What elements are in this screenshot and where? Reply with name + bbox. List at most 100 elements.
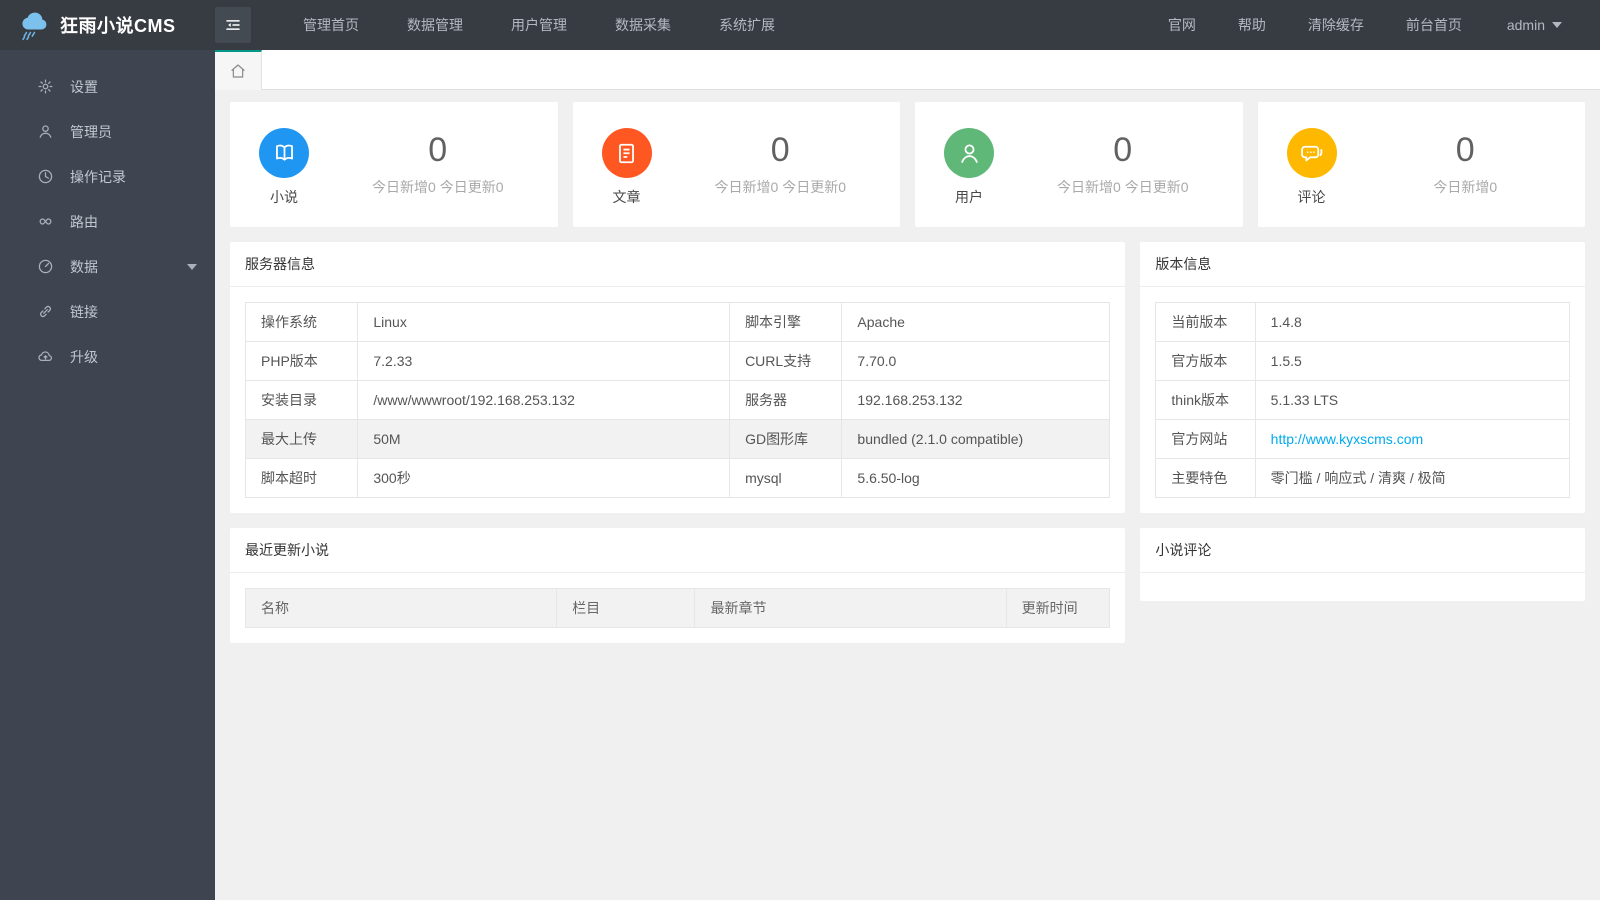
sidebar-item-label: 升级 — [70, 348, 98, 365]
link-official-site[interactable]: 官网 — [1147, 0, 1217, 50]
tab-home[interactable] — [215, 50, 262, 90]
info-panels-row: 服务器信息 操作系统 Linux 脚本引擎 Apache PHP版本 7.2.3… — [230, 242, 1585, 513]
info-label: 安装目录 — [244, 380, 359, 420]
stat-card-comments: 评论 0 今日新增0 — [1257, 102, 1585, 227]
sidebar-item-label: 链接 — [70, 303, 98, 320]
home-icon — [231, 64, 245, 78]
column-header: 栏目 — [556, 588, 696, 628]
info-value: 192.168.253.132 — [841, 380, 1111, 420]
stat-label: 小说 — [270, 189, 298, 205]
app-title: 狂雨小说CMS — [60, 16, 176, 36]
table-header-row: 名称 栏目 最新章节 更新时间 — [244, 588, 1111, 628]
info-label: 最大上传 — [244, 419, 359, 459]
version-info-table: 当前版本 1.4.8 官方版本 1.5.5 think版本 5.1.33 LTS — [1155, 302, 1571, 498]
sidebar-item-label: 数据 — [70, 258, 98, 275]
info-label: CURL支持 — [729, 341, 843, 381]
book-icon — [259, 128, 309, 178]
sidebar-item-label: 管理员 — [70, 123, 112, 140]
stat-value: 0 — [770, 130, 790, 169]
comment-icon — [1286, 128, 1337, 178]
app-logo[interactable]: 狂雨小说CMS — [0, 8, 215, 42]
table-row: 安装目录 /www/wwwroot/192.168.253.132 服务器 19… — [244, 380, 1111, 420]
info-value: 1.4.8 — [1254, 302, 1571, 342]
table-row: 官方版本 1.5.5 — [1155, 341, 1571, 381]
sidebar-item-label: 路由 — [70, 213, 98, 230]
stat-caption: 今日新增0 今日更新0 — [714, 179, 846, 196]
caret-down-icon — [187, 263, 197, 270]
table-row: 脚本超时 300秒 mysql 5.6.50-log — [244, 458, 1111, 498]
nav-item-admin-home[interactable]: 管理首页 — [279, 0, 383, 50]
info-value: 1.5.5 — [1254, 341, 1571, 381]
stat-caption: 今日新增0 — [1433, 179, 1498, 196]
info-label: 主要特色 — [1155, 458, 1256, 498]
nav-item-data-manage[interactable]: 数据管理 — [383, 0, 487, 50]
stat-caption: 今日新增0 今日更新0 — [1057, 179, 1189, 196]
stat-cards-row: 小说 0 今日新增0 今日更新0 文章 0 今日新增0 今日更新0 用户 0 今… — [230, 102, 1585, 227]
link-icon — [40, 305, 51, 318]
nav-item-data-collect[interactable]: 数据采集 — [591, 0, 695, 50]
stat-value: 0 — [1113, 130, 1133, 169]
official-website-link[interactable]: http://www.kyxscms.com — [1271, 431, 1423, 447]
table-row: 主要特色 零门槛 / 响应式 / 清爽 / 极简 — [1155, 458, 1571, 498]
column-header: 名称 — [244, 588, 558, 628]
info-value: Linux — [357, 302, 731, 342]
sidebar-item-routes[interactable]: 路由 — [0, 199, 215, 244]
info-label: 脚本引擎 — [729, 302, 843, 342]
link-help[interactable]: 帮助 — [1217, 0, 1287, 50]
table-row: 操作系统 Linux 脚本引擎 Apache — [244, 302, 1111, 342]
info-label: 当前版本 — [1155, 302, 1256, 342]
sidebar-item-data[interactable]: 数据 — [0, 244, 215, 289]
link-front-home[interactable]: 前台首页 — [1385, 0, 1483, 50]
column-header: 更新时间 — [1005, 588, 1111, 628]
table-row: 当前版本 1.4.8 — [1155, 302, 1571, 342]
link-clear-cache[interactable]: 清除缓存 — [1287, 0, 1385, 50]
gear-icon — [38, 79, 53, 94]
column-header: 最新章节 — [694, 588, 1007, 628]
info-value: http://www.kyxscms.com — [1254, 419, 1571, 459]
info-label: PHP版本 — [244, 341, 359, 381]
collapse-menu-icon[interactable] — [215, 7, 251, 43]
stat-card-articles: 文章 0 今日新增0 今日更新0 — [572, 102, 900, 227]
gauge-icon — [38, 259, 53, 274]
user-name: admin — [1506, 17, 1545, 33]
stat-label: 用户 — [955, 189, 983, 205]
article-icon — [601, 128, 652, 178]
info-value: 50M — [357, 419, 731, 459]
bottom-panels-row: 最近更新小说 名称 栏目 最新章节 更新时间 小说评论 — [230, 528, 1585, 643]
rain-cloud-icon — [22, 12, 47, 41]
info-value: 零门槛 / 响应式 / 清爽 / 极简 — [1254, 458, 1571, 498]
info-value: 5.1.33 LTS — [1254, 380, 1571, 420]
stat-card-novels: 小说 0 今日新增0 今日更新0 — [230, 102, 558, 227]
sidebar-item-label: 操作记录 — [70, 168, 126, 185]
info-label: GD图形库 — [729, 419, 843, 459]
info-label: think版本 — [1155, 380, 1256, 420]
nav-item-user-manage[interactable]: 用户管理 — [487, 0, 591, 50]
upgrade-cloud-icon — [38, 351, 53, 362]
clock-icon — [38, 169, 53, 184]
panel-title: 版本信息 — [1140, 242, 1585, 287]
comments-empty-body — [1140, 573, 1585, 601]
sidebar-item-operation-log[interactable]: 操作记录 — [0, 154, 215, 199]
top-nav: 管理首页 数据管理 用户管理 数据采集 系统扩展 — [279, 0, 799, 50]
stat-card-users: 用户 0 今日新增0 今日更新0 — [915, 102, 1243, 227]
caret-down-icon — [1552, 22, 1562, 28]
sidebar-item-upgrade[interactable]: 升级 — [0, 334, 215, 379]
panel-title: 服务器信息 — [230, 242, 1126, 287]
info-value: /www/wwwroot/192.168.253.132 — [357, 380, 731, 420]
info-value: 300秒 — [357, 458, 731, 498]
sidebar-item-admins[interactable]: 管理员 — [0, 109, 215, 154]
stat-caption: 今日新增0 今日更新0 — [372, 179, 504, 196]
sidebar: 设置 管理员 操作记录 路由 数据 链接 升级 — [0, 50, 215, 900]
sidebar-item-links[interactable]: 链接 — [0, 289, 215, 334]
user-menu[interactable]: admin — [1483, 17, 1570, 33]
stat-value: 0 — [1455, 130, 1475, 169]
info-value: Apache — [841, 302, 1111, 342]
tab-bar — [215, 50, 1600, 90]
main-area: 小说 0 今日新增0 今日更新0 文章 0 今日新增0 今日更新0 用户 0 今… — [215, 0, 1600, 658]
admin-user-icon — [39, 125, 52, 138]
table-row: 官方网站 http://www.kyxscms.com — [1155, 419, 1571, 459]
novel-comments-panel: 小说评论 — [1140, 528, 1585, 601]
panel-title: 最近更新小说 — [230, 528, 1126, 573]
nav-item-system-extend[interactable]: 系统扩展 — [695, 0, 799, 50]
sidebar-item-settings[interactable]: 设置 — [0, 64, 215, 109]
